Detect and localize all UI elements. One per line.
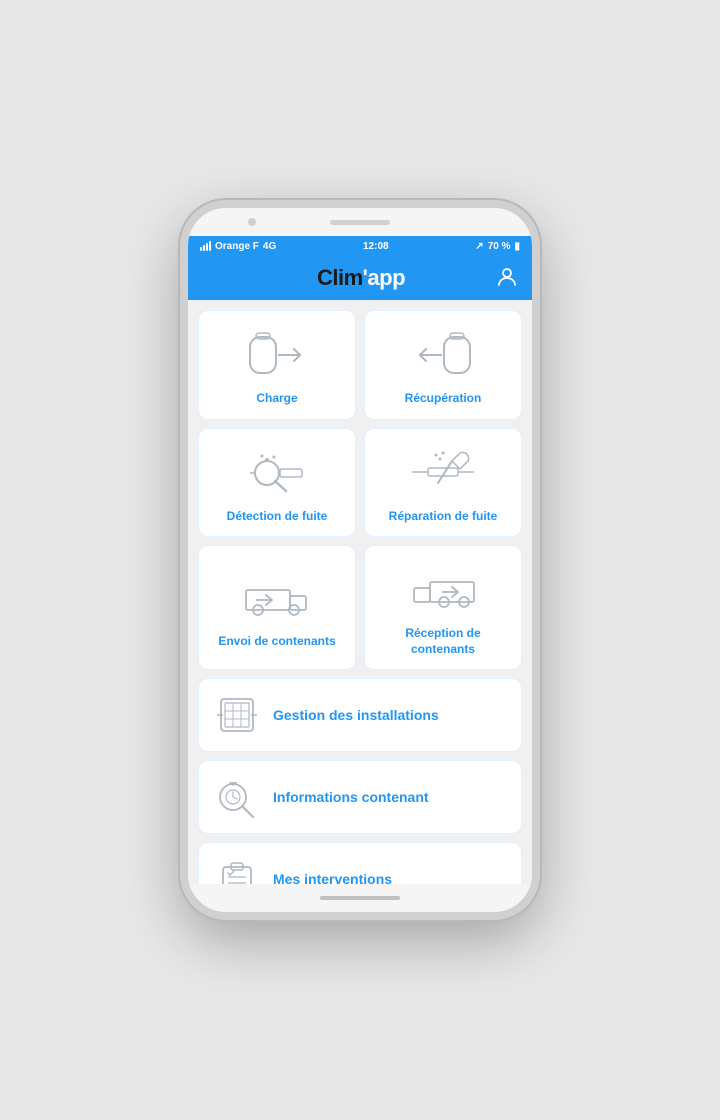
phone-frame: Orange F 4G 12:08 ↗ 70 % ▮ Clim'app	[180, 200, 540, 920]
envoi-icon	[242, 570, 312, 624]
title-app: 'app	[363, 265, 405, 290]
list-card-informations[interactable]: Informations contenant	[198, 760, 522, 834]
status-right: ↗ 70 % ▮	[475, 241, 520, 252]
card-recuperation[interactable]: Récupération	[364, 310, 522, 420]
app-title: Clim'app	[317, 265, 405, 291]
grid-row-1: Charge Récupération	[198, 310, 522, 420]
grid-row-2: Détection de fuite	[198, 428, 522, 538]
detection-icon	[242, 445, 312, 499]
reparation-label: Réparation de fuite	[389, 509, 498, 525]
phone-screen: Orange F 4G 12:08 ↗ 70 % ▮ Clim'app	[188, 236, 532, 884]
gestion-label: Gestion des installations	[273, 707, 439, 723]
status-left: Orange F 4G	[200, 241, 276, 252]
list-card-interventions[interactable]: Mes interventions	[198, 842, 522, 884]
user-icon[interactable]	[496, 265, 518, 292]
battery-percent: 70 %	[488, 241, 511, 252]
card-detection[interactable]: Détection de fuite	[198, 428, 356, 538]
status-time: 12:08	[363, 241, 389, 252]
phone-top	[188, 208, 532, 236]
status-bar: Orange F 4G 12:08 ↗ 70 % ▮	[188, 236, 532, 256]
phone-bottom	[188, 884, 532, 912]
reception-label: Réception de contenants	[373, 626, 513, 657]
recuperation-icon	[408, 327, 478, 381]
interventions-label: Mes interventions	[273, 871, 392, 884]
reception-icon	[408, 562, 478, 616]
title-clim: Clim	[317, 265, 363, 290]
speaker	[330, 220, 390, 225]
card-reception[interactable]: Réception de contenants	[364, 545, 522, 670]
reparation-icon	[408, 445, 478, 499]
home-indicator	[320, 896, 400, 900]
signal-bars	[200, 241, 211, 251]
grid-row-3: Envoi de contenants	[198, 545, 522, 670]
informations-label: Informations contenant	[273, 789, 429, 805]
network: 4G	[263, 241, 276, 252]
card-envoi[interactable]: Envoi de contenants	[198, 545, 356, 670]
charge-label: Charge	[256, 391, 297, 407]
detection-label: Détection de fuite	[227, 509, 328, 525]
gestion-icon	[215, 693, 259, 737]
battery-icon: ▮	[514, 241, 520, 252]
camera	[248, 218, 256, 226]
app-header: Clim'app	[188, 256, 532, 300]
card-reparation[interactable]: Réparation de fuite	[364, 428, 522, 538]
main-content: Charge Récupération	[188, 300, 532, 884]
informations-icon	[215, 775, 259, 819]
interventions-icon	[215, 857, 259, 884]
charge-icon	[242, 327, 312, 381]
list-card-gestion[interactable]: Gestion des installations	[198, 678, 522, 752]
card-charge[interactable]: Charge	[198, 310, 356, 420]
carrier: Orange F	[215, 241, 259, 252]
envoi-label: Envoi de contenants	[218, 634, 335, 650]
recuperation-label: Récupération	[405, 391, 482, 407]
